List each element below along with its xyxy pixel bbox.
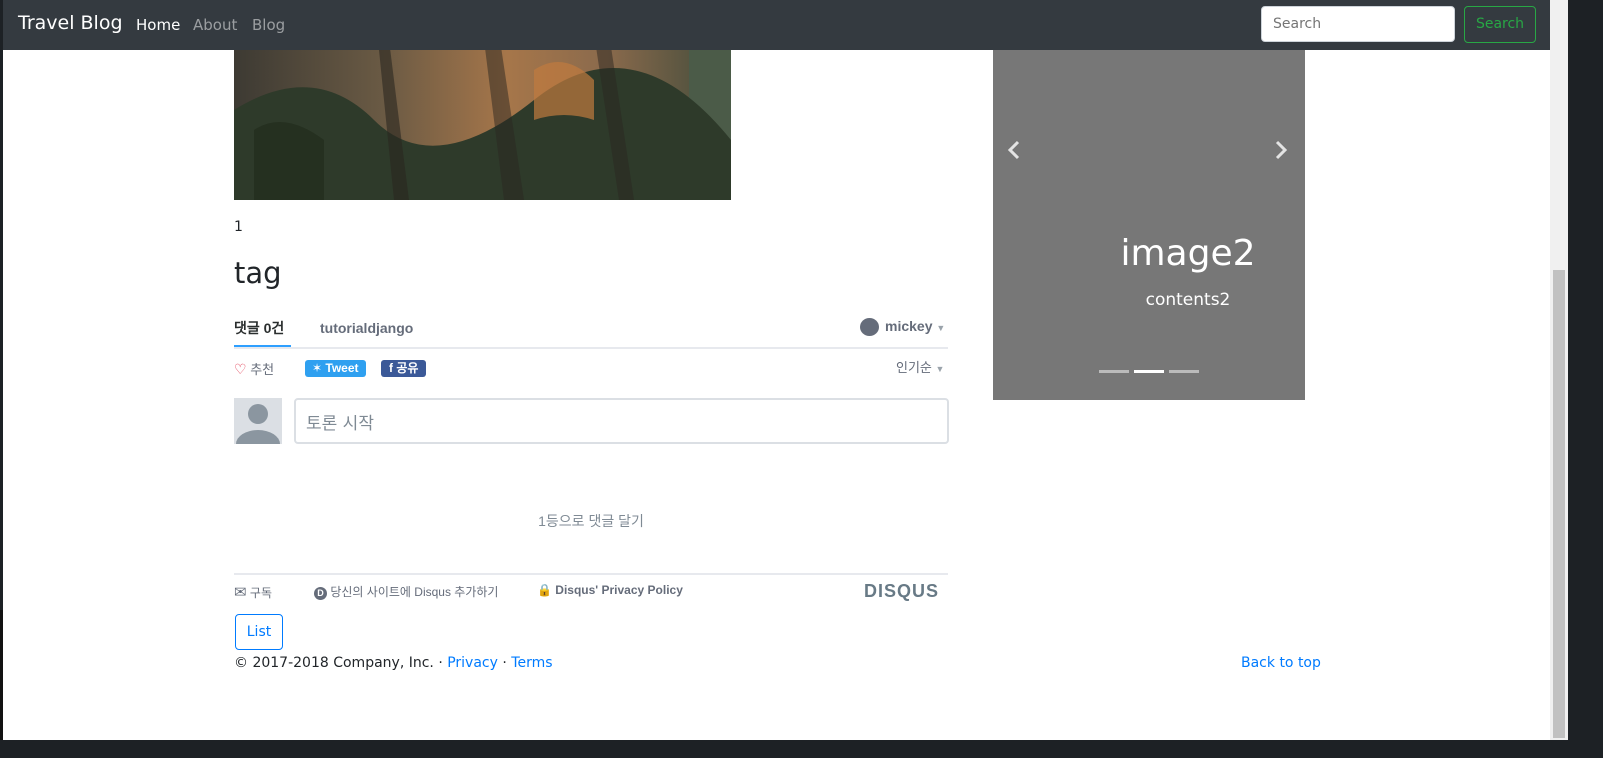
copyright-text: © 2017-2018 Company, Inc. · — [234, 655, 448, 671]
comment-placeholder: 토론 시작 — [306, 414, 374, 434]
facebook-share-button[interactable]: f 공유 — [381, 360, 427, 377]
heart-icon: ♡ — [234, 361, 247, 377]
sort-label: 인기순 — [896, 360, 932, 375]
recommend-button[interactable]: ♡ 추천 — [234, 359, 274, 378]
subscribe-label: 구독 — [249, 586, 273, 600]
privacy-label: Disqus' Privacy Policy — [555, 583, 683, 597]
carousel-indicator-3[interactable] — [1169, 370, 1199, 373]
user-name: mickey — [885, 318, 933, 334]
carousel-prev-button[interactable] — [1003, 138, 1027, 162]
add-disqus-label: 당신의 사이트에 Disqus 추가하기 — [330, 585, 499, 599]
scrollbar-thumb[interactable] — [1553, 270, 1565, 738]
window-edge — [0, 610, 3, 758]
terms-link[interactable]: Terms — [511, 655, 552, 671]
scrollbar[interactable] — [1550, 0, 1568, 740]
post-body: 1 — [234, 219, 243, 235]
empty-comments-message: 1등으로 댓글 달기 — [538, 513, 644, 529]
sort-dropdown[interactable]: 인기순 ▼ — [896, 357, 944, 376]
window-bottom-edge — [0, 740, 1603, 758]
twitter-bird-icon: ✶ — [312, 361, 323, 375]
navbar: Travel Blog Home About Blog Search — [3, 0, 1550, 50]
subscribe-link[interactable]: ✉ 구독 — [234, 583, 272, 601]
carousel: image2 contents2 — [993, 0, 1305, 400]
carousel-caption-text: contents2 — [1145, 290, 1231, 310]
search-button[interactable]: Search — [1464, 6, 1536, 43]
lock-icon: 🔒 — [537, 583, 552, 597]
chevron-left-icon — [1007, 140, 1020, 160]
recommend-label: 추천 — [250, 362, 275, 377]
add-disqus-link[interactable]: D 당신의 사이트에 Disqus 추가하기 — [314, 583, 498, 600]
caret-down-icon: ▼ — [936, 323, 946, 333]
user-menu[interactable]: mickey ▼ — [885, 318, 945, 334]
facebook-icon: f — [389, 361, 393, 375]
carousel-next-button[interactable] — [1268, 138, 1292, 162]
nav-about[interactable]: About — [193, 16, 237, 34]
navbar-brand[interactable]: Travel Blog — [18, 12, 123, 34]
divider — [234, 347, 948, 349]
share-label: 공유 — [396, 361, 419, 375]
disqus-d-icon: D — [314, 587, 327, 600]
page: 1 tag 댓글 0건 tutorialdjango mickey ▼ ♡ 추천… — [3, 0, 1550, 740]
envelope-icon: ✉ — [234, 584, 247, 601]
nav-blog[interactable]: Blog — [252, 16, 285, 34]
tab-community[interactable]: tutorialdjango — [320, 320, 413, 336]
caret-down-icon: ▼ — [935, 364, 945, 374]
carousel-indicator-2[interactable] — [1134, 370, 1164, 373]
back-to-top-link[interactable]: Back to top — [1241, 655, 1321, 671]
search-input[interactable] — [1261, 6, 1455, 42]
comment-input[interactable]: 토론 시작 — [294, 398, 949, 444]
footer-copyright: © 2017-2018 Company, Inc. · Privacy · Te… — [234, 655, 553, 671]
tweet-button[interactable]: ✶ Tweet — [305, 360, 366, 377]
footer-divider — [234, 573, 948, 575]
list-button[interactable]: List — [235, 614, 283, 650]
carousel-caption-title: image2 — [1120, 233, 1256, 274]
disqus-logo[interactable]: DISQUS — [864, 581, 939, 602]
chevron-right-icon — [1275, 140, 1288, 160]
privacy-policy-link[interactable]: 🔒 Disqus' Privacy Policy — [537, 583, 683, 597]
tweet-label: Tweet — [325, 361, 359, 375]
tab-comments[interactable]: 댓글 0건 — [234, 318, 284, 338]
user-bubble-icon — [860, 318, 879, 336]
carousel-indicator-1[interactable] — [1099, 370, 1129, 373]
default-avatar-icon — [236, 404, 280, 444]
footer-separator: · — [497, 655, 512, 671]
nav-home[interactable]: Home — [136, 16, 180, 34]
privacy-link[interactable]: Privacy — [447, 655, 498, 671]
post-title: tag — [234, 256, 282, 290]
avatar — [234, 398, 282, 444]
